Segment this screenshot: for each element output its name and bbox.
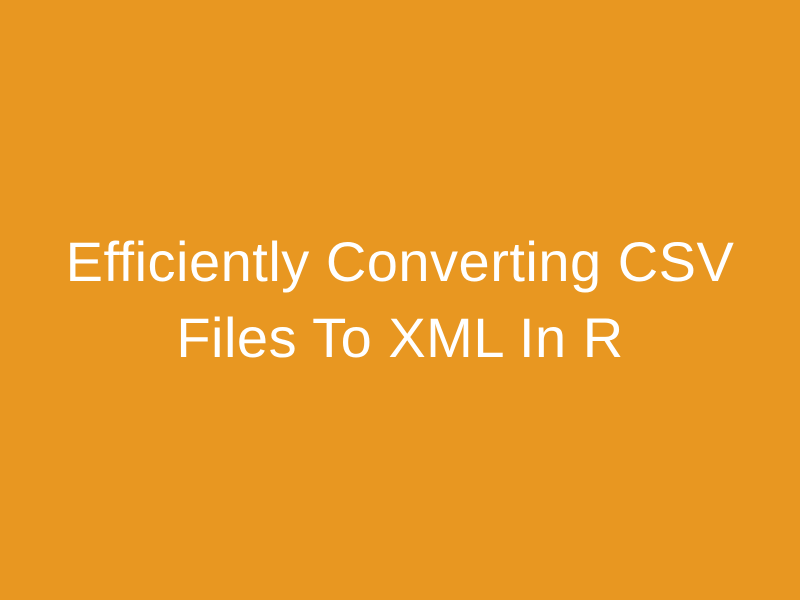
title-container: Efficiently Converting CSV Files To XML … bbox=[0, 224, 800, 375]
page-title: Efficiently Converting CSV Files To XML … bbox=[40, 224, 760, 375]
